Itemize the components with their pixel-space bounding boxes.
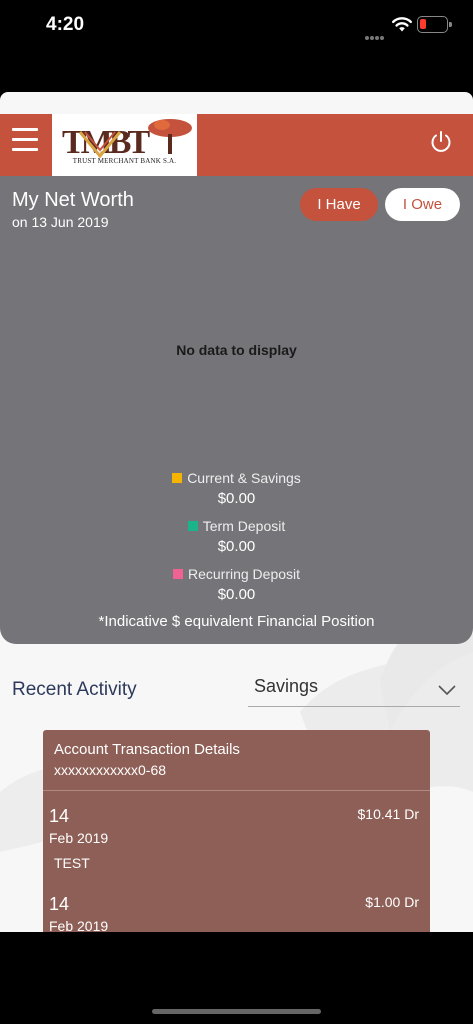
account-number: xxxxxxxxxxxx0-68 (54, 762, 167, 778)
net-worth-card: My Net Worth on 13 Jun 2019 I Have I Owe… (0, 176, 473, 644)
transaction-card-header: Account Transaction Details xxxxxxxxxxxx… (43, 730, 430, 791)
transaction-month: Feb 2019 (49, 830, 109, 846)
legend-label: Recurring Deposit (187, 566, 301, 582)
legend-swatch (187, 521, 198, 531)
recent-activity-title: Recent Activity (12, 679, 137, 700)
transaction-day: 14 (49, 894, 70, 914)
transaction-row[interactable]: 14 Feb 2019 TEST $10.41 Dr (43, 806, 430, 894)
status-bar: 4:20 (0, 0, 473, 54)
chevron-down-icon (438, 685, 456, 696)
no-data-message: No data to display (176, 342, 297, 358)
legend-label: Term Deposit (202, 518, 286, 534)
legend-value: $0.00 (217, 538, 256, 555)
legend-swatch (172, 569, 183, 579)
i-have-button[interactable]: I Have (300, 188, 378, 221)
transaction-amount: $1.00 Dr (365, 894, 419, 910)
app-container: TMBT TRUST MERCHANT BANK S.A. My Net Wor… (0, 92, 473, 932)
legend-item-current-savings: Current & Savings $0.00 (0, 470, 473, 507)
transaction-card-title: Account Transaction Details (54, 741, 240, 758)
phone-screen: 4:20 TMBT TRUST MERCHANT BANK S.A. My Ne… (0, 0, 473, 1024)
legend-value: $0.00 (217, 490, 256, 507)
legend-value: $0.00 (217, 586, 256, 603)
wifi-icon (392, 17, 412, 32)
app-header: TMBT TRUST MERCHANT BANK S.A. (0, 114, 473, 176)
net-worth-title: My Net Worth (12, 189, 134, 211)
home-indicator[interactable] (152, 1009, 321, 1014)
transaction-day: 14 (49, 806, 70, 826)
transaction-amount: $10.41 Dr (357, 806, 419, 822)
transaction-details-card: Account Transaction Details xxxxxxxxxxxx… (43, 730, 430, 932)
power-icon[interactable] (429, 130, 453, 154)
transaction-description: TEST (54, 855, 90, 871)
hamburger-menu-icon[interactable] (12, 128, 38, 152)
bank-logo: TMBT TRUST MERCHANT BANK S.A. (52, 114, 197, 176)
legend-label: Current & Savings (187, 470, 301, 486)
transaction-month: Feb 2019 (49, 918, 109, 932)
legend-swatch (172, 473, 183, 483)
account-type-value: Savings (254, 676, 319, 696)
legend-item-recurring-deposit: Recurring Deposit $0.00 (0, 566, 473, 603)
logo-caption: TRUST MERCHANT BANK S.A. (72, 157, 177, 165)
legend-item-term-deposit: Term Deposit $0.00 (0, 518, 473, 555)
battery-icon (417, 16, 452, 33)
transaction-row[interactable]: 14 Feb 2019 $1.00 Dr (43, 894, 430, 932)
net-worth-date: on 13 Jun 2019 (12, 214, 109, 230)
logo-graphic: TMBT (62, 119, 192, 161)
i-owe-button[interactable]: I Owe (385, 188, 460, 221)
financial-position-footnote: *Indicative $ equivalent Financial Posit… (98, 613, 375, 630)
cellular-signal-icon (365, 27, 387, 40)
status-time: 4:20 (46, 14, 85, 35)
account-type-dropdown[interactable]: Savings (248, 674, 460, 707)
